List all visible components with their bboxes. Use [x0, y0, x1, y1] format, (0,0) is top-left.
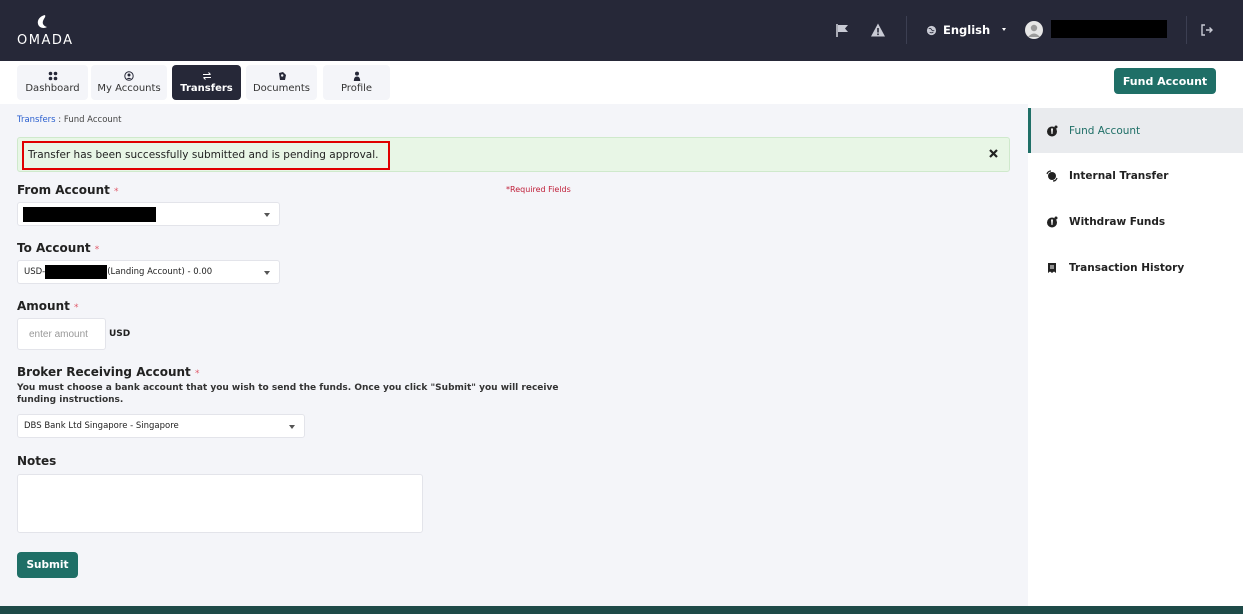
tab-my-accounts[interactable]: My Accounts	[91, 65, 167, 100]
to-account-select[interactable]: USD- (Landing Account) - 0.00	[17, 260, 280, 284]
user-circle-icon	[124, 71, 134, 81]
broker-account-select[interactable]: DBS Bank Ltd Singapore - Singapore	[17, 414, 305, 438]
chevron-down-icon	[1002, 28, 1007, 31]
tab-dashboard[interactable]: Dashboard	[17, 65, 88, 100]
sidebar-item-withdraw-funds[interactable]: Withdraw Funds	[1028, 199, 1243, 244]
tab-transfers[interactable]: Transfers	[172, 65, 241, 100]
from-account-label: From Account *	[17, 183, 119, 197]
to-account-label: To Account *	[17, 241, 99, 255]
success-alert: Transfer has been successfully submitted…	[17, 137, 1010, 172]
logout-icon[interactable]	[1199, 22, 1215, 38]
footer-bar	[0, 606, 1243, 614]
exchange-icon	[1046, 169, 1058, 182]
coin-icon	[1047, 125, 1058, 136]
globe-icon	[926, 25, 937, 35]
warning-icon[interactable]	[870, 22, 886, 38]
tab-label: Profile	[340, 83, 373, 94]
divider	[906, 16, 907, 44]
tab-label: Dashboard	[25, 83, 80, 94]
notes-label: Notes	[17, 454, 57, 468]
breadcrumb-separator: :	[55, 115, 64, 125]
language-selector[interactable]: English	[926, 21, 1010, 39]
logo-text: OMADA	[17, 33, 74, 48]
breadcrumb: Transfers : Fund Account	[17, 115, 122, 125]
tab-documents[interactable]: Documents	[246, 65, 317, 100]
chevron-down-icon	[264, 271, 270, 275]
sidebar-item-internal-transfer[interactable]: Internal Transfer	[1028, 153, 1243, 198]
required-mark: *	[114, 187, 119, 197]
broker-selected-value: DBS Bank Ltd Singapore - Singapore	[24, 421, 179, 431]
chevron-down-icon	[264, 213, 270, 217]
tab-profile[interactable]: Profile	[323, 65, 390, 100]
label-text: Amount	[17, 299, 70, 313]
breadcrumb-transfers-link[interactable]: Transfers	[17, 115, 56, 125]
close-icon[interactable]	[988, 148, 999, 159]
grid-icon	[48, 71, 57, 81]
sidebar-item-fund-account[interactable]: Fund Account	[1028, 108, 1243, 153]
notes-textarea[interactable]	[17, 474, 423, 533]
sidebar-item-label: Internal Transfer	[1069, 169, 1169, 182]
label-text: To Account	[17, 241, 91, 255]
flag-icon[interactable]	[835, 22, 851, 38]
fund-account-button[interactable]: Fund Account	[1114, 68, 1216, 94]
sidebar-item-label: Fund Account	[1069, 124, 1141, 137]
sidebar-item-label: Transaction History	[1069, 261, 1185, 274]
currency-label: USD	[109, 329, 131, 339]
broker-account-label: Broker Receiving Account *	[17, 365, 199, 379]
user-avatar-icon	[1028, 24, 1040, 37]
broker-help-text: You must choose a bank account that you …	[17, 383, 559, 405]
tab-label: Documents	[252, 83, 311, 94]
coin-icon	[1047, 216, 1058, 227]
alert-message: Transfer has been successfully submitted…	[28, 149, 379, 161]
transfers-sidebar: Fund Account Internal Transfer Withdraw …	[1028, 104, 1243, 606]
chevron-down-icon	[289, 425, 295, 429]
person-icon	[353, 71, 360, 81]
required-mark: *	[94, 245, 100, 255]
label-text: Broker Receiving Account	[17, 365, 191, 379]
to-account-suffix: (Landing Account) - 0.00	[107, 267, 213, 277]
breadcrumb-current: Fund Account	[63, 115, 122, 125]
main-content: Transfers : Fund Account Transfer has be…	[0, 104, 1028, 606]
redacted-account	[23, 206, 156, 222]
from-account-select[interactable]	[17, 202, 280, 226]
avatar[interactable]	[1025, 21, 1043, 39]
sidebar-item-label: Withdraw Funds	[1069, 215, 1166, 228]
transfer-arrows-icon	[202, 72, 211, 80]
sidebar-item-transaction-history[interactable]: Transaction History	[1028, 245, 1243, 290]
amount-input[interactable]	[17, 318, 106, 350]
main-nav: Dashboard My Accounts Transfers Document…	[0, 61, 1243, 104]
receipt-icon	[1048, 262, 1056, 273]
to-account-prefix: USD-	[24, 267, 46, 277]
tab-label: My Accounts	[97, 83, 161, 94]
required-mark: *	[74, 303, 79, 313]
documents-icon	[278, 72, 286, 80]
omada-logo[interactable]: OMADA	[17, 14, 77, 50]
amount-label: Amount *	[17, 299, 79, 313]
divider	[1186, 16, 1187, 44]
top-bar: OMADA English	[0, 0, 1243, 61]
language-label: English	[943, 23, 991, 37]
required-mark: *	[194, 369, 200, 379]
label-text: From Account	[17, 183, 110, 197]
required-fields-note: *Required Fields	[506, 185, 571, 194]
redacted-username	[1051, 20, 1167, 38]
logo-mark-icon	[37, 15, 47, 28]
submit-button[interactable]: Submit	[17, 552, 78, 578]
tab-label: Transfers	[180, 83, 233, 94]
redacted-account	[45, 265, 108, 279]
